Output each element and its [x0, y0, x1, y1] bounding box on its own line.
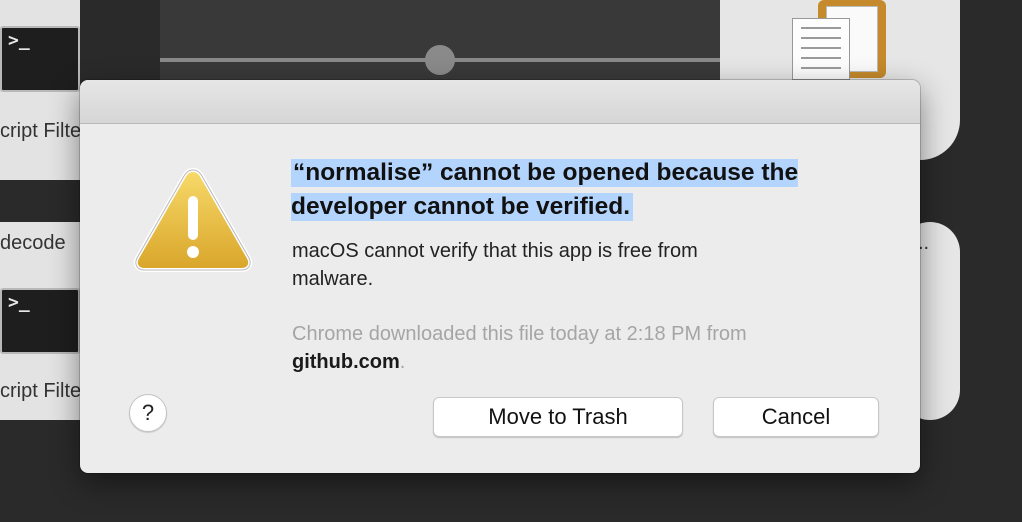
dialog-message: macOS cannot verify that this app is fre… [292, 240, 698, 290]
source-domain: github.com [292, 351, 400, 373]
warning-icon [133, 167, 253, 272]
background-node-label: cript Filte [0, 380, 80, 402]
download-source-text: Chrome downloaded this file today at 2:1… [292, 323, 747, 373]
alert-dialog: “normalise” cannot be opened because the… [80, 80, 920, 473]
connector-handle [425, 45, 455, 75]
cancel-button[interactable]: Cancel [713, 397, 879, 437]
dialog-titlebar [80, 80, 920, 124]
background-node-label: decode [0, 232, 66, 254]
background-left-panel: >_ cript Filte decode >_ cript Filte [0, 0, 92, 522]
background-node-label: cript Filte [0, 120, 80, 142]
move-to-trash-button[interactable]: Move to Trash [433, 397, 683, 437]
terminal-icon: >_ [0, 288, 80, 354]
document-icon [792, 18, 850, 80]
help-button[interactable]: ? [129, 394, 167, 432]
dialog-title: “normalise” cannot be opened because the… [291, 159, 799, 221]
terminal-icon: >_ [0, 26, 80, 92]
